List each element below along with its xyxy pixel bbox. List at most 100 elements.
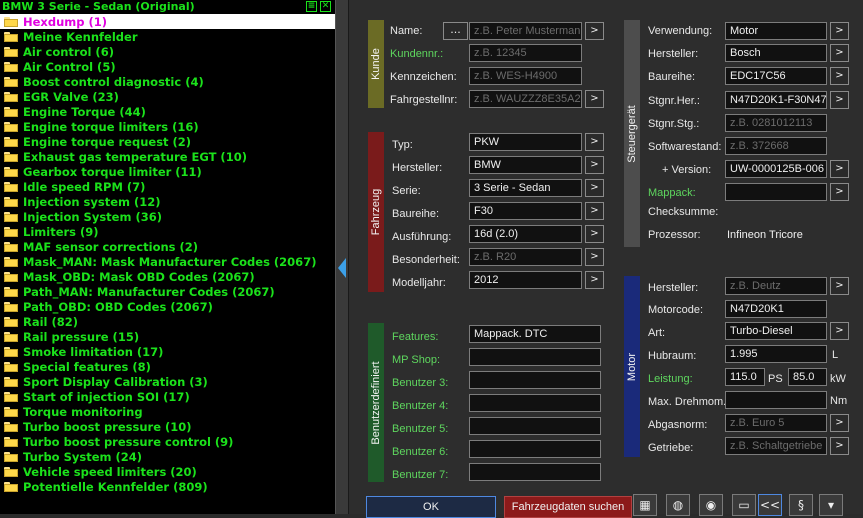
tree-item[interactable]: Torque monitoring	[0, 404, 335, 419]
stgnr-stg-field[interactable]: z.B. 0281012113	[725, 114, 827, 132]
mappack-field[interactable]	[725, 183, 827, 201]
features-field[interactable]: Mappack. DTC	[469, 325, 601, 343]
motor-hersteller-field[interactable]: z.B. Deutz	[725, 277, 827, 295]
fahrgestell-field[interactable]: z.B. WAUZZZ8E35A235	[469, 90, 582, 108]
globe-search-icon[interactable]: ◍	[666, 494, 690, 516]
tree-item[interactable]: Gearbox torque limiter (11)	[0, 164, 335, 179]
besonderheit-field[interactable]: z.B. R20	[469, 248, 582, 266]
calculator-icon[interactable]: ▦	[633, 494, 657, 516]
version-arrow-button[interactable]: >	[830, 160, 849, 178]
hubraum-field[interactable]: 1.995	[725, 345, 827, 363]
tree-item[interactable]: Injection System (36)	[0, 209, 335, 224]
abgasnorm-field[interactable]: z.B. Euro 5	[725, 414, 827, 432]
tree-item[interactable]: Path_OBD: OBD Codes (2067)	[0, 299, 335, 314]
serie-field[interactable]: 3 Serie - Sedan	[469, 179, 582, 197]
getriebe-arrow-button[interactable]: >	[830, 437, 849, 455]
benutzer4-field[interactable]	[469, 394, 601, 412]
fahrgestell-arrow-button[interactable]: >	[585, 90, 604, 108]
name-browse-button[interactable]: ...	[443, 22, 468, 40]
tree-item[interactable]: Potentielle Kennfelder (809)	[0, 479, 335, 494]
art-arrow-button[interactable]: >	[830, 322, 849, 340]
tree-item[interactable]: Mask_OBD: Mask OBD Codes (2067)	[0, 269, 335, 284]
sg-hersteller-field[interactable]: Bosch	[725, 44, 827, 62]
tree-item[interactable]: Engine torque limiters (16)	[0, 119, 335, 134]
sg-baureihe-field[interactable]: EDC17C56	[725, 67, 827, 85]
kennzeichen-field[interactable]: z.B. WES-H4900	[469, 67, 582, 85]
tree-item[interactable]: Engine Torque (44)	[0, 104, 335, 119]
tree-item[interactable]: Turbo boost pressure control (9)	[0, 434, 335, 449]
name-field[interactable]: z.B. Peter Mustermann	[469, 22, 582, 40]
motorcode-field[interactable]: N47D20K1	[725, 300, 827, 318]
serie-arrow-button[interactable]: >	[585, 179, 604, 197]
besonderheit-arrow-button[interactable]: >	[585, 248, 604, 266]
tree-item[interactable]: Vehicle speed limiters (20)	[0, 464, 335, 479]
panel-splitter[interactable]	[335, 0, 349, 514]
mappack-arrow-button[interactable]: >	[830, 183, 849, 201]
ok-button[interactable]: OK	[366, 496, 496, 518]
tree-item[interactable]: Turbo System (24)	[0, 449, 335, 464]
tree-item[interactable]: Path_MAN: Manufacturer Codes (2067)	[0, 284, 335, 299]
tree-item[interactable]: Limiters (9)	[0, 224, 335, 239]
tree-item[interactable]: Rail pressure (15)	[0, 329, 335, 344]
leistung-kw-field[interactable]: 85.0	[788, 368, 827, 386]
verwendung-arrow-button[interactable]: >	[830, 22, 849, 40]
paragraph-button[interactable]: §	[789, 494, 813, 516]
modelljahr-arrow-button[interactable]: >	[585, 271, 604, 289]
comment-icon[interactable]: ▭	[732, 494, 756, 516]
mpshop-field[interactable]	[469, 348, 601, 366]
fahrzeugdaten-suchen-button[interactable]: Fahrzeugdaten suchen	[504, 496, 632, 518]
tree-item[interactable]: Exhaust gas temperature EGT (10)	[0, 149, 335, 164]
abgasnorm-arrow-button[interactable]: >	[830, 414, 849, 432]
fz-hersteller-field[interactable]: BMW	[469, 156, 582, 174]
fz-baureihe-arrow-button[interactable]: >	[585, 202, 604, 220]
tree-item[interactable]: Rail (82)	[0, 314, 335, 329]
tree-item[interactable]: Start of injection SOI (17)	[0, 389, 335, 404]
tree-item[interactable]: EGR Valve (23)	[0, 89, 335, 104]
close-icon[interactable]: ✕	[320, 1, 331, 12]
list-view-icon[interactable]: ≡	[306, 1, 317, 12]
sg-hersteller-arrow-button[interactable]: >	[830, 44, 849, 62]
typ-field[interactable]: PKW	[469, 133, 582, 151]
drehmom-field[interactable]	[725, 391, 827, 409]
getriebe-field[interactable]: z.B. Schaltgetriebe	[725, 437, 827, 455]
tree-item[interactable]: Smoke limitation (17)	[0, 344, 335, 359]
globe-upload-icon[interactable]: ◉	[699, 494, 723, 516]
name-arrow-button[interactable]: >	[585, 22, 604, 40]
tree-item[interactable]: Air Control (5)	[0, 59, 335, 74]
tree-item[interactable]: Special features (8)	[0, 359, 335, 374]
tree-item[interactable]: Sport Display Calibration (3)	[0, 374, 335, 389]
ausfuehrung-arrow-button[interactable]: >	[585, 225, 604, 243]
version-field[interactable]: UW-0000125B-006	[725, 160, 827, 178]
typ-arrow-button[interactable]: >	[585, 133, 604, 151]
verwendung-field[interactable]: Motor	[725, 22, 827, 40]
tree-item[interactable]: Hexdump (1)	[0, 14, 335, 29]
tree-item[interactable]: Air control (6)	[0, 44, 335, 59]
softwarestand-field[interactable]: z.B. 372668	[725, 137, 827, 155]
tree-item[interactable]: MAF sensor corrections (2)	[0, 239, 335, 254]
sg-baureihe-arrow-button[interactable]: >	[830, 67, 849, 85]
tree-item[interactable]: Engine torque request (2)	[0, 134, 335, 149]
tree-item[interactable]: Idle speed RPM (7)	[0, 179, 335, 194]
dropdown-menu-icon[interactable]: ▾	[819, 494, 843, 516]
motor-hersteller-arrow-button[interactable]: >	[830, 277, 849, 295]
modelljahr-field[interactable]: 2012	[469, 271, 582, 289]
tree-item[interactable]: Mask_MAN: Mask Manufacturer Codes (2067)	[0, 254, 335, 269]
collapse-left-icon[interactable]	[338, 258, 346, 278]
stgnr-her-field[interactable]: N47D20K1-F30N47K	[725, 91, 827, 109]
leistung-ps-field[interactable]: 115.0	[725, 368, 765, 386]
fz-hersteller-arrow-button[interactable]: >	[585, 156, 604, 174]
benutzer5-field[interactable]	[469, 417, 601, 435]
tree-item[interactable]: Boost control diagnostic (4)	[0, 74, 335, 89]
stgnr-her-arrow-button[interactable]: >	[830, 91, 849, 109]
back-button[interactable]: <<	[758, 494, 782, 516]
art-field[interactable]: Turbo-Diesel	[725, 322, 827, 340]
fz-baureihe-field[interactable]: F30	[469, 202, 582, 220]
benutzer7-field[interactable]	[469, 463, 601, 481]
tree-item[interactable]: Meine Kennfelder	[0, 29, 335, 44]
ausfuehrung-field[interactable]: 16d (2.0)	[469, 225, 582, 243]
tree-item[interactable]: Injection system (12)	[0, 194, 335, 209]
benutzer3-field[interactable]	[469, 371, 601, 389]
tree-item[interactable]: Turbo boost pressure (10)	[0, 419, 335, 434]
kundennr-field[interactable]: z.B. 12345	[469, 44, 582, 62]
benutzer6-field[interactable]	[469, 440, 601, 458]
